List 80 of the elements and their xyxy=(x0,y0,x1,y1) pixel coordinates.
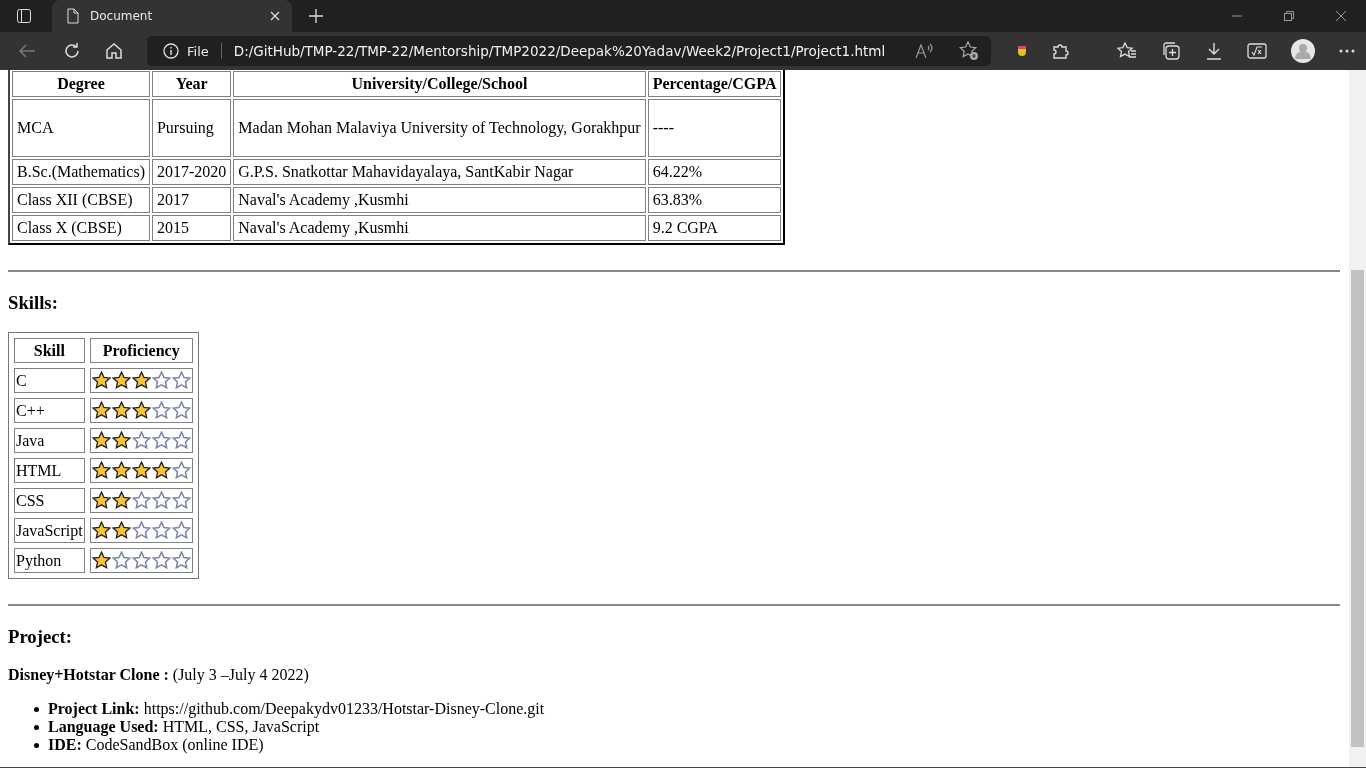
column-header: Year xyxy=(151,71,232,97)
table-cell: HTML xyxy=(14,458,85,483)
table-cell: Naval's Academy ,Kusmhi xyxy=(233,215,646,241)
url-text: D:/GitHub/TMP-22/TMP-22/Mentorship/TMP2022/Deepak%20Yadav/Week2/Project1/Project1.html xyxy=(233,43,886,59)
filled-star-icon xyxy=(111,521,131,541)
filled-star-icon xyxy=(91,461,111,481)
table-cell: B.Sc.(Mathematics) xyxy=(12,159,150,185)
scrollbar[interactable] xyxy=(1349,70,1366,767)
table-cell: ---- xyxy=(647,99,782,157)
filled-star-icon xyxy=(91,431,111,451)
filled-star-icon xyxy=(91,521,111,541)
table-cell: CSS xyxy=(14,488,85,513)
read-aloud-icon[interactable] xyxy=(915,43,934,59)
info-icon xyxy=(163,43,179,59)
project-detail: Project Link: https://github.com/Deepakydv01233/Hotstar-Disney-Clone.git xyxy=(48,700,545,718)
more-icon[interactable] xyxy=(1339,49,1356,53)
bullet-icon xyxy=(34,724,39,730)
table-cell: G.P.S. Snatkottar Mahavidayalaya, SantKabir Nagar xyxy=(233,159,646,185)
column-header: Percentage/CGPA xyxy=(647,71,782,97)
collections-icon[interactable] xyxy=(1161,41,1182,61)
column-header: Degree xyxy=(12,71,150,97)
favorites-icon[interactable] xyxy=(1117,42,1138,60)
profile-avatar-icon[interactable] xyxy=(1291,39,1316,63)
filled-star-icon xyxy=(91,371,111,391)
project-title: Disney+Hotstar Clone : (July 3 –July 4 2022) xyxy=(8,666,310,684)
table-cell: Madan Mohan Malaviya University of Technology, Gorakhpur xyxy=(233,99,646,157)
filled-star-icon xyxy=(91,491,111,511)
table-cell: Java xyxy=(14,428,85,453)
column-header: Proficiency xyxy=(89,338,193,363)
extension-icon[interactable] xyxy=(1017,45,1028,57)
home-icon[interactable] xyxy=(105,42,123,60)
filled-star-icon xyxy=(131,461,151,481)
column-header: University/College/School xyxy=(233,71,646,97)
filled-star-icon xyxy=(91,551,111,571)
section-heading: Project: xyxy=(8,626,73,648)
add-favorite-icon[interactable] xyxy=(959,41,980,61)
bullet-icon xyxy=(34,706,39,712)
browser-tab[interactable]: Document xyxy=(52,0,292,32)
table-cell: Python xyxy=(14,548,85,573)
bullet-icon xyxy=(34,742,39,748)
filled-star-icon xyxy=(111,401,131,421)
tab-actions-icon[interactable] xyxy=(16,8,32,24)
table-cell: MCA xyxy=(12,99,150,157)
site-info-label: File xyxy=(187,43,209,59)
puzzle-icon[interactable] xyxy=(1051,42,1070,60)
filled-star-icon xyxy=(111,431,131,451)
table-cell: 9.2 CGPA xyxy=(647,215,782,241)
scrollbar-thumb[interactable] xyxy=(1351,270,1364,747)
refresh-icon[interactable] xyxy=(63,42,81,60)
back-icon[interactable] xyxy=(18,43,36,59)
filled-star-icon xyxy=(111,371,131,391)
table-cell: 2017 xyxy=(151,187,232,213)
table-cell: Pursuing xyxy=(151,99,232,157)
table-cell: C++ xyxy=(14,398,85,423)
address-bar[interactable]: File D:/GitHub/TMP-22/TMP-22/Mentorship/TMP2022/Deepak%20Yadav/Week2/Project1/Project1.html xyxy=(147,36,992,66)
table-cell: C xyxy=(14,368,85,393)
filled-star-icon xyxy=(131,371,151,391)
new-tab-icon[interactable] xyxy=(308,8,324,24)
table-cell: 64.22% xyxy=(647,159,782,185)
download-icon[interactable] xyxy=(1205,42,1224,60)
close-icon[interactable] xyxy=(1336,11,1346,21)
section-heading: Skills: xyxy=(8,292,59,314)
filled-star-icon xyxy=(91,401,111,421)
table-cell: JavaScript xyxy=(14,518,85,543)
table-cell: Class X (CBSE) xyxy=(12,215,150,241)
column-header: Skill xyxy=(14,338,85,363)
project-detail: IDE: CodeSandBox (online IDE) xyxy=(48,736,264,754)
restore-icon[interactable] xyxy=(1284,11,1294,21)
filled-star-icon xyxy=(111,461,131,481)
table-cell: Naval's Academy ,Kusmhi xyxy=(233,187,646,213)
table-cell: 2017-2020 xyxy=(151,159,232,185)
filled-star-icon xyxy=(111,491,131,511)
document-icon xyxy=(66,8,80,24)
table-cell: 63.83% xyxy=(647,187,782,213)
table-cell: 2015 xyxy=(151,215,232,241)
filled-star-icon xyxy=(151,461,171,481)
project-detail: Language Used: HTML, CSS, JavaScript xyxy=(48,718,320,736)
table-cell: Class XII (CBSE) xyxy=(12,187,150,213)
math-solver-icon[interactable] xyxy=(1247,42,1268,60)
filled-star-icon xyxy=(131,401,151,421)
